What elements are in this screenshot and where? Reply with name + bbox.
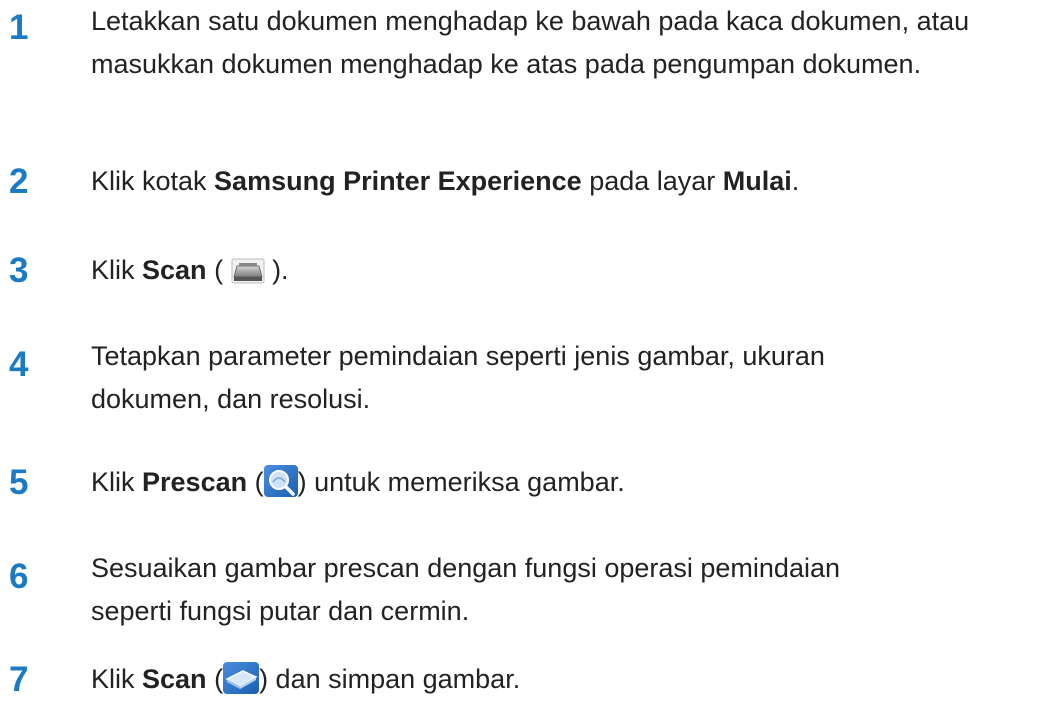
step-text: Klik Scan ( ). bbox=[91, 249, 1046, 292]
step-number: 6 bbox=[9, 557, 29, 596]
step-text: Klik kotak Samsung Printer Experience pa… bbox=[91, 160, 1046, 203]
step-text-pre: Klik bbox=[91, 255, 143, 285]
paren-open: ( bbox=[206, 664, 224, 694]
paren-open: ( bbox=[206, 255, 231, 285]
paren-close: ) untuk memeriksa gambar. bbox=[297, 467, 625, 497]
step-text: Letakkan satu dokumen menghadap ke bawah… bbox=[91, 6, 970, 79]
prescan-magnifier-icon bbox=[263, 465, 298, 497]
step-text: Klik Prescan ( ) untuk memeriksa gambar. bbox=[91, 461, 1046, 504]
step-number: 3 bbox=[9, 251, 29, 290]
step-text: Sesuaikan gambar prescan dengan fungsi o… bbox=[91, 553, 840, 626]
app-name: Samsung Printer Experience bbox=[214, 166, 582, 196]
paren-close: ). bbox=[264, 255, 289, 285]
step-text-mid: pada layar bbox=[581, 166, 723, 196]
step-text-pre: Klik bbox=[91, 664, 143, 694]
step-number: 2 bbox=[9, 162, 29, 201]
scanner-icon bbox=[231, 257, 265, 285]
scan-label: Scan bbox=[142, 664, 207, 694]
step-number: 7 bbox=[9, 660, 29, 699]
step-text-post: . bbox=[791, 166, 800, 196]
step-number: 4 bbox=[9, 345, 29, 384]
step-number: 1 bbox=[9, 8, 29, 47]
prescan-label: Prescan bbox=[142, 467, 248, 497]
paren-open: ( bbox=[247, 467, 264, 497]
step-text-pre: Klik bbox=[91, 467, 143, 497]
scan-label: Scan bbox=[142, 255, 207, 285]
step-text-pre: Klik kotak bbox=[91, 166, 215, 196]
step-text: Klik Scan ( ) dan simpan gambar. bbox=[91, 658, 1046, 701]
screen-name: Mulai bbox=[722, 166, 792, 196]
step-number: 5 bbox=[9, 463, 29, 502]
paren-close: ) dan simpan gambar. bbox=[259, 664, 521, 694]
step-text: Tetapkan parameter pemindaian seperti je… bbox=[91, 341, 825, 414]
scan-device-icon bbox=[223, 662, 260, 694]
